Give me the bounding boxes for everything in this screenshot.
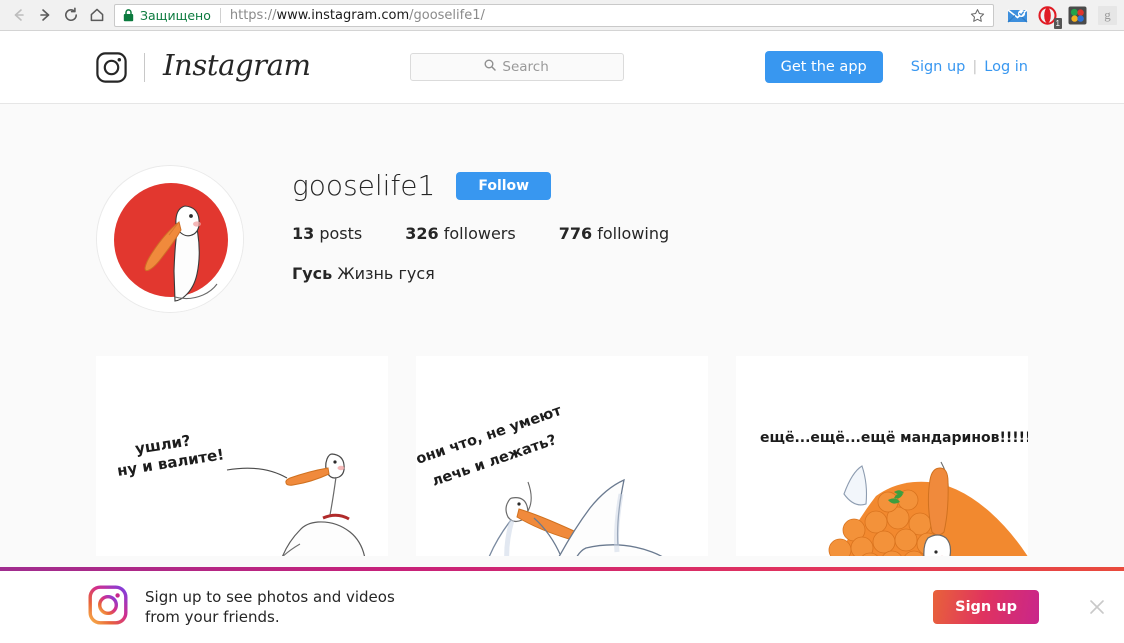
stat-followers-count: 326 — [405, 223, 439, 243]
stat-posts-count: 13 — [292, 223, 315, 243]
extension-badge-count: 1 — [1053, 17, 1062, 29]
auth-separator: | — [972, 58, 978, 75]
auth-links: Sign up | Log in — [911, 59, 1028, 75]
url-scheme: https:// — [229, 7, 277, 23]
stat-posts[interactable]: 13 posts — [292, 224, 362, 243]
reload-button[interactable] — [58, 2, 84, 28]
goose-avatar-image — [97, 166, 243, 312]
instagram-header: Instagram Search Get the app Sign up | L… — [0, 31, 1124, 104]
post-thumbnail-2[interactable]: они что, не умеют лечь и лежать? — [416, 356, 708, 556]
instagram-camera-icon — [96, 51, 127, 83]
extension-icons: 1 g — [999, 5, 1118, 29]
banner-message-line1: Sign up to see photos and videos — [145, 587, 395, 606]
forward-button[interactable] — [32, 2, 58, 28]
stat-following[interactable]: 776 following — [559, 224, 669, 243]
close-icon[interactable] — [1088, 598, 1106, 616]
banner-instagram-icon — [88, 585, 128, 630]
banner-message: Sign up to see photos and videos from yo… — [145, 587, 395, 628]
post-thumbnail-3[interactable]: ещё...ещё...ещё мандаринов!!!!! — [736, 356, 1028, 556]
stat-following-count: 776 — [558, 223, 593, 243]
colorful-extension-icon[interactable] — [1067, 5, 1088, 26]
lock-icon — [123, 8, 134, 22]
address-bar[interactable]: Защищено https://www.instagram.com/goose… — [114, 3, 994, 27]
instagram-wordmark: Instagram — [163, 48, 311, 82]
profile-full-name: Гусь — [292, 263, 333, 283]
security-status-text: Защищено — [140, 7, 211, 23]
omnibox-divider — [219, 7, 221, 23]
search-placeholder: Search — [502, 59, 549, 75]
username-row: gooselife1 Follow — [292, 169, 669, 202]
avatar-column — [0, 165, 292, 313]
svg-text:ещё...ещё...ещё мандаринов!!!!: ещё...ещё...ещё мандаринов!!!!! — [760, 430, 1028, 446]
post-grid: ушли? ну и валите! они что, не умеют леч… — [0, 356, 1124, 556]
mail-extension-icon[interactable] — [1007, 5, 1028, 26]
profile-info: gooselife1 Follow 13 posts 326 followers… — [292, 165, 669, 313]
profile-stats: 13 posts 326 followers 776 following — [292, 224, 669, 243]
post-1-image: ушли? ну и валите! — [96, 402, 388, 556]
stat-followers-label: followers — [443, 223, 516, 243]
profile-username: gooselife1 — [292, 169, 436, 202]
opera-extension-icon[interactable]: 1 — [1037, 5, 1062, 29]
browser-toolbar: Защищено https://www.instagram.com/goose… — [0, 0, 1124, 31]
profile-bio-text: Жизнь гуся — [337, 263, 435, 283]
google-g-glyph: g — [1098, 5, 1117, 25]
profile-bio: Гусь Жизнь гуся — [292, 264, 669, 283]
back-button[interactable] — [6, 2, 32, 28]
log-in-link[interactable]: Log in — [984, 59, 1028, 75]
brand-separator — [144, 52, 145, 82]
stat-following-label: following — [597, 223, 670, 243]
stat-posts-label: posts — [319, 223, 363, 243]
stat-followers[interactable]: 326 followers — [405, 224, 515, 243]
instagram-brand[interactable]: Instagram — [96, 51, 311, 83]
search-icon — [484, 58, 497, 76]
get-the-app-button[interactable]: Get the app — [764, 50, 883, 84]
bookmark-star-icon[interactable] — [965, 4, 989, 26]
follow-button[interactable]: Follow — [456, 172, 552, 201]
profile-page: gooselife1 Follow 13 posts 326 followers… — [0, 104, 1124, 643]
post-thumbnail-1[interactable]: ушли? ну и валите! — [96, 356, 388, 556]
post-3-image: ещё...ещё...ещё мандаринов!!!!! — [736, 402, 1028, 556]
banner-message-line2: from your friends. — [145, 608, 280, 626]
signup-banner: Sign up to see photos and videos from yo… — [0, 567, 1124, 643]
avatar[interactable] — [96, 165, 244, 313]
home-button[interactable] — [84, 2, 110, 28]
sign-up-link[interactable]: Sign up — [911, 59, 966, 75]
url-host: www.instagram.com — [276, 7, 410, 23]
url-text: https://www.instagram.com/gooselife1/ — [230, 8, 965, 23]
banner-actions: Sign up — [933, 590, 1106, 624]
banner-signup-button[interactable]: Sign up — [933, 590, 1039, 624]
google-extension-icon[interactable]: g — [1097, 5, 1118, 26]
search-input[interactable]: Search — [409, 53, 624, 81]
post-2-image: они что, не умеют лечь и лежать? — [416, 402, 708, 556]
header-actions: Get the app Sign up | Log in — [764, 50, 1028, 84]
profile-header: gooselife1 Follow 13 posts 326 followers… — [0, 104, 1124, 313]
url-path: /gooselife1/ — [409, 7, 485, 23]
